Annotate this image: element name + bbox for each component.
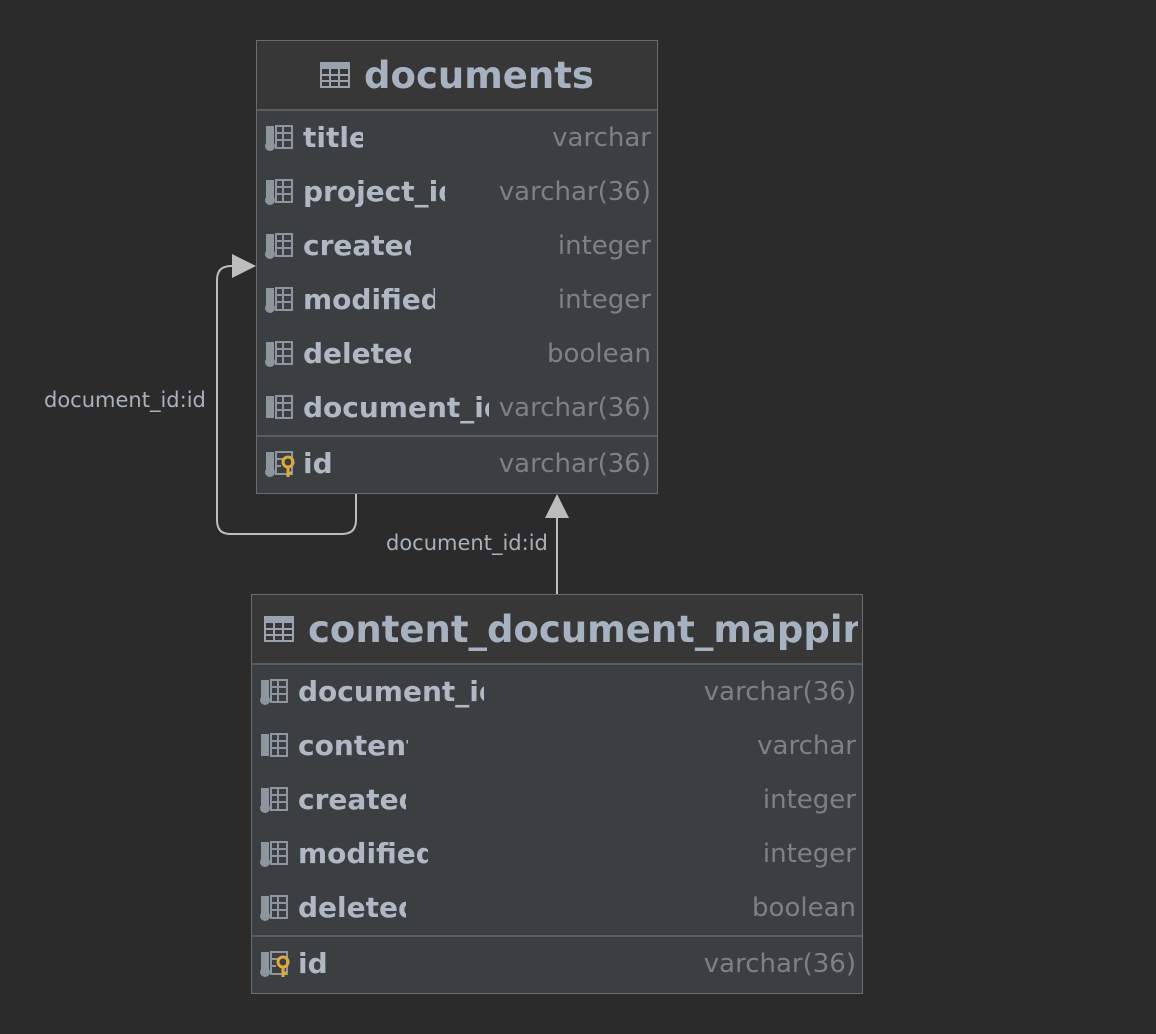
documents-column-row[interactable]: title varchar	[257, 111, 657, 165]
column-type: integer	[557, 231, 651, 261]
column-type: varchar	[552, 123, 651, 153]
table-icon	[320, 62, 351, 88]
documents-column-row[interactable]: created integer	[257, 219, 657, 273]
column-type: varchar(36)	[498, 177, 651, 207]
mapping-reference-arrowhead	[545, 494, 569, 518]
column-name: project_id	[303, 175, 445, 208]
column-name: modified	[298, 837, 428, 870]
column-name: document_id	[298, 675, 484, 708]
mappings-table-title: content_document_mappings	[308, 607, 858, 651]
column-type: integer	[557, 285, 651, 315]
column-type: integer	[762, 839, 856, 869]
column-icon	[265, 179, 293, 205]
primary-key-icon	[260, 951, 290, 977]
column-name: created	[298, 783, 406, 816]
mappings-column-row[interactable]: content varchar	[252, 719, 862, 773]
column-type: varchar(36)	[703, 677, 856, 707]
column-icon	[260, 895, 288, 921]
self-reference-label: document_id:id	[44, 388, 206, 412]
column-type: boolean	[547, 339, 651, 369]
table-icon	[264, 616, 294, 642]
column-icon	[265, 233, 293, 259]
column-name: deleted	[303, 337, 411, 370]
column-name: title	[303, 121, 363, 154]
mappings-primary-key-row[interactable]: id varchar(36)	[252, 935, 862, 991]
mappings-table-header[interactable]: content_document_mappings	[252, 595, 862, 665]
column-type: varchar(36)	[498, 393, 651, 423]
column-name: id	[298, 947, 328, 980]
documents-table[interactable]: documents title varchar project_id varch…	[256, 40, 658, 494]
column-icon	[265, 287, 293, 313]
column-icon	[266, 395, 293, 419]
mappings-column-row[interactable]: deleted boolean	[252, 881, 862, 935]
documents-table-title: documents	[364, 53, 594, 97]
mappings-column-row[interactable]: modified integer	[252, 827, 862, 881]
column-icon	[261, 733, 288, 757]
documents-primary-key-row[interactable]: id varchar(36)	[257, 435, 657, 491]
documents-table-header[interactable]: documents	[257, 41, 657, 111]
column-name: content	[298, 729, 408, 762]
column-type: boolean	[752, 893, 856, 923]
documents-column-row[interactable]: document_id varchar(36)	[257, 381, 657, 435]
column-icon	[265, 125, 293, 151]
column-icon	[265, 341, 293, 367]
column-name: created	[303, 229, 411, 262]
column-name: id	[303, 447, 333, 480]
column-icon	[260, 679, 288, 705]
mappings-column-row[interactable]: document_id varchar(36)	[252, 665, 862, 719]
mappings-column-row[interactable]: created integer	[252, 773, 862, 827]
content-document-mappings-table[interactable]: content_document_mappings document_id va…	[251, 594, 863, 994]
column-icon	[260, 841, 288, 867]
documents-column-row[interactable]: project_id varchar(36)	[257, 165, 657, 219]
column-name: document_id	[303, 391, 489, 424]
primary-key-icon	[265, 451, 295, 477]
column-name: modified	[303, 283, 435, 316]
self-reference-arrowhead	[232, 254, 256, 278]
documents-column-row[interactable]: modified integer	[257, 273, 657, 327]
documents-column-row[interactable]: deleted boolean	[257, 327, 657, 381]
column-icon	[260, 787, 288, 813]
mapping-reference-label: document_id:id	[386, 531, 548, 555]
column-type: varchar	[757, 731, 856, 761]
column-name: deleted	[298, 891, 406, 924]
column-type: varchar(36)	[703, 949, 856, 979]
column-type: varchar(36)	[498, 449, 651, 479]
column-type: integer	[762, 785, 856, 815]
